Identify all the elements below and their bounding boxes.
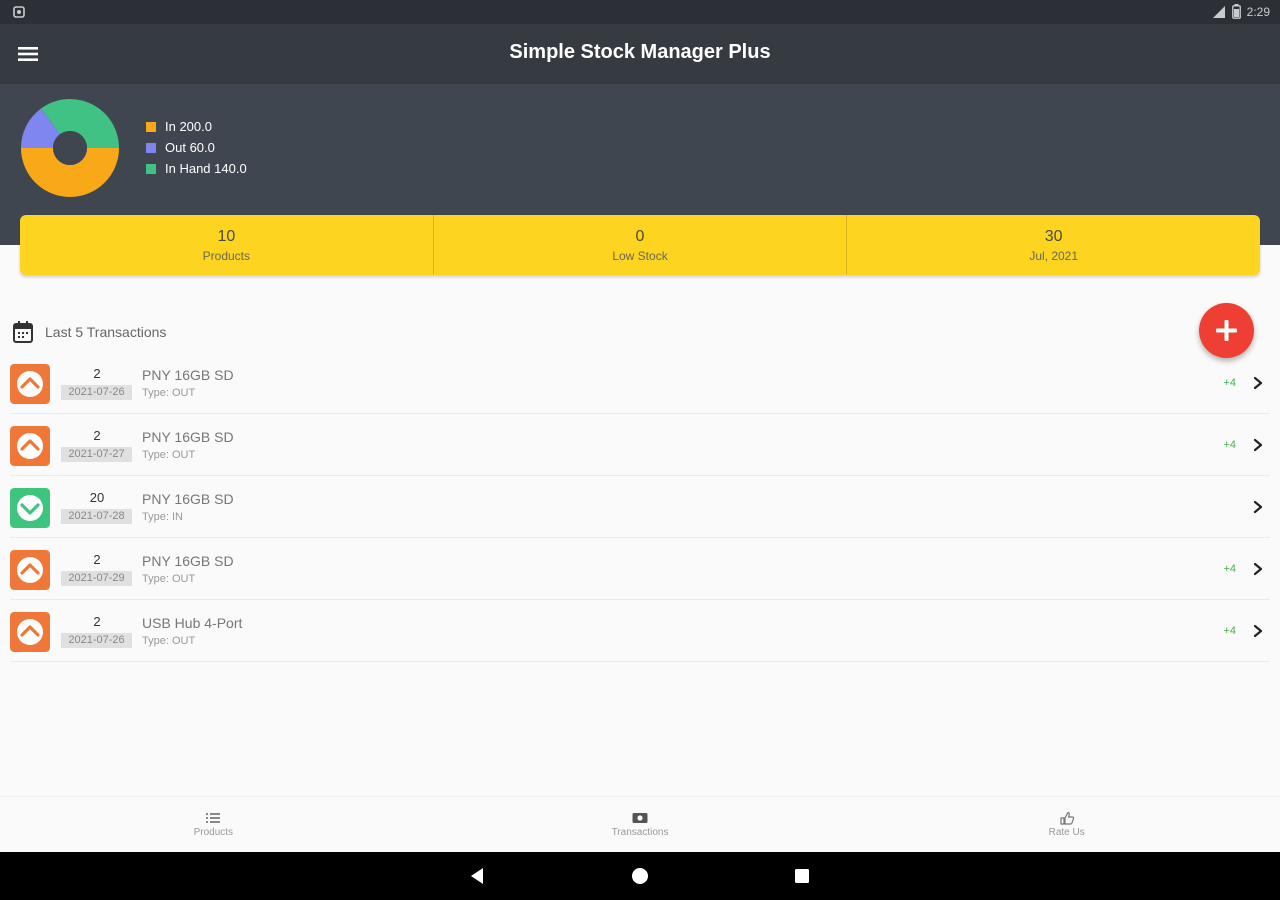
- arrow-down-circle-icon: [10, 488, 50, 528]
- transaction-product-name: PNY 16GB SD: [142, 429, 234, 445]
- transaction-quantity: 2: [93, 614, 101, 629]
- chart-legend: In 200.0 Out 60.0 In Hand 140.0: [146, 116, 247, 179]
- arrow-up-circle-icon: [10, 426, 50, 466]
- stat-value: 0: [635, 228, 645, 245]
- legend-swatch: [146, 121, 156, 132]
- legend-label: Out 60.0: [165, 140, 215, 155]
- stock-donut-chart: [21, 99, 119, 197]
- battery-icon: [1231, 4, 1241, 19]
- transaction-product-name: PNY 16GB SD: [142, 491, 234, 507]
- transaction-row[interactable]: 2 2021-07-26 PNY 16GB SD Type: OUT +4: [10, 352, 1270, 414]
- transaction-row[interactable]: 2 2021-07-26 USB Hub 4-Port Type: OUT +4: [10, 600, 1270, 662]
- ticket-icon: [632, 813, 648, 823]
- transaction-row[interactable]: 2 2021-07-29 PNY 16GB SD Type: OUT +4: [10, 538, 1270, 600]
- stat-value: 30: [1044, 228, 1063, 245]
- chevron-right-icon: [1253, 438, 1263, 452]
- legend-item: In Hand 140.0: [146, 158, 247, 179]
- transaction-quantity: 2: [93, 366, 101, 381]
- transaction-type: Type: OUT: [142, 573, 196, 585]
- add-transaction-button[interactable]: [1199, 303, 1254, 358]
- app-title: Simple Stock Manager Plus: [509, 41, 771, 63]
- status-indicators: 2:29: [1212, 4, 1270, 19]
- thumbs-up-icon: [1060, 811, 1074, 825]
- transaction-quantity: 2: [93, 428, 101, 443]
- transaction-list: 2 2021-07-26 PNY 16GB SD Type: OUT +4 2 2021-0…: [0, 352, 1280, 662]
- legend-swatch: [146, 163, 156, 174]
- arrow-up-circle-icon: [10, 612, 50, 652]
- legend-item: Out 60.0: [146, 137, 247, 158]
- transaction-stock-change: +4: [1223, 625, 1236, 637]
- legend-swatch: [146, 142, 156, 153]
- stats-card: 10 Products 0 Low Stock 30 Jul, 2021: [20, 215, 1260, 275]
- donut-hole: [53, 131, 87, 165]
- home-icon[interactable]: [630, 866, 650, 886]
- chevron-right-icon: [1253, 624, 1263, 638]
- nav-label: Products: [193, 827, 234, 838]
- transaction-date: 2021-07-29: [61, 571, 132, 586]
- legend-label: In Hand 140.0: [165, 161, 247, 176]
- transaction-quantity: 2: [93, 552, 101, 567]
- nav-transactions[interactable]: Transactions: [427, 797, 854, 852]
- recents-icon[interactable]: [792, 866, 812, 886]
- calendar-icon: [13, 321, 33, 343]
- transaction-date: 2021-07-27: [61, 447, 132, 462]
- section-title: Last 5 Transactions: [45, 324, 167, 340]
- transaction-product-name: PNY 16GB SD: [142, 367, 234, 383]
- stat-label: Low Stock: [612, 249, 668, 263]
- stat-jul-2021[interactable]: 30 Jul, 2021: [847, 215, 1260, 275]
- back-icon[interactable]: [468, 866, 488, 886]
- notification-icon: [13, 6, 25, 18]
- legend-label: In 200.0: [165, 119, 212, 134]
- transaction-date: 2021-07-26: [61, 633, 132, 648]
- stat-label: Jul, 2021: [1029, 249, 1079, 263]
- transaction-type: Type: OUT: [142, 449, 196, 461]
- transaction-row[interactable]: 2 2021-07-27 PNY 16GB SD Type: OUT +4: [10, 414, 1270, 476]
- system-navigation-bar: [0, 852, 1280, 900]
- plus-icon: [1216, 320, 1237, 341]
- transaction-date: 2021-07-26: [61, 385, 132, 400]
- bottom-navigation: Products Transactions Rate Us: [0, 796, 1280, 852]
- nav-label: Transactions: [611, 827, 669, 838]
- transaction-type: Type: IN: [142, 511, 183, 523]
- transaction-row[interactable]: 20 2021-07-28 PNY 16GB SD Type: IN: [10, 476, 1270, 538]
- list-icon: [206, 813, 221, 823]
- legend-item: In 200.0: [146, 116, 247, 137]
- transaction-quantity: 20: [89, 490, 105, 505]
- arrow-up-circle-icon: [10, 364, 50, 404]
- chevron-right-icon: [1253, 376, 1263, 390]
- nav-products[interactable]: Products: [0, 797, 427, 852]
- stat-value: 10: [217, 228, 236, 245]
- transaction-date: 2021-07-28: [61, 509, 132, 524]
- stat-label: Products: [202, 249, 251, 263]
- chevron-right-icon: [1253, 500, 1263, 514]
- nav-label: Rate Us: [1048, 827, 1085, 838]
- status-time: 2:29: [1246, 4, 1270, 19]
- stat-products[interactable]: 10 Products: [20, 215, 434, 275]
- transactions-section-header: Last 5 Transactions: [12, 320, 166, 344]
- signal-icon: [1212, 5, 1225, 18]
- transaction-stock-change: +4: [1223, 377, 1236, 389]
- arrow-up-circle-icon: [10, 550, 50, 590]
- transaction-type: Type: OUT: [142, 387, 196, 399]
- transaction-stock-change: +4: [1223, 439, 1236, 451]
- transaction-stock-change: +4: [1223, 563, 1236, 575]
- nav-rate-us[interactable]: Rate Us: [853, 797, 1280, 852]
- transaction-product-name: USB Hub 4-Port: [142, 615, 243, 631]
- transaction-type: Type: OUT: [142, 635, 196, 647]
- stat-low-stock[interactable]: 0 Low Stock: [434, 215, 848, 275]
- chevron-right-icon: [1253, 562, 1263, 576]
- transaction-product-name: PNY 16GB SD: [142, 553, 234, 569]
- status-bar: 2:29: [0, 0, 1280, 24]
- app-bar: Simple Stock Manager Plus: [0, 24, 1280, 84]
